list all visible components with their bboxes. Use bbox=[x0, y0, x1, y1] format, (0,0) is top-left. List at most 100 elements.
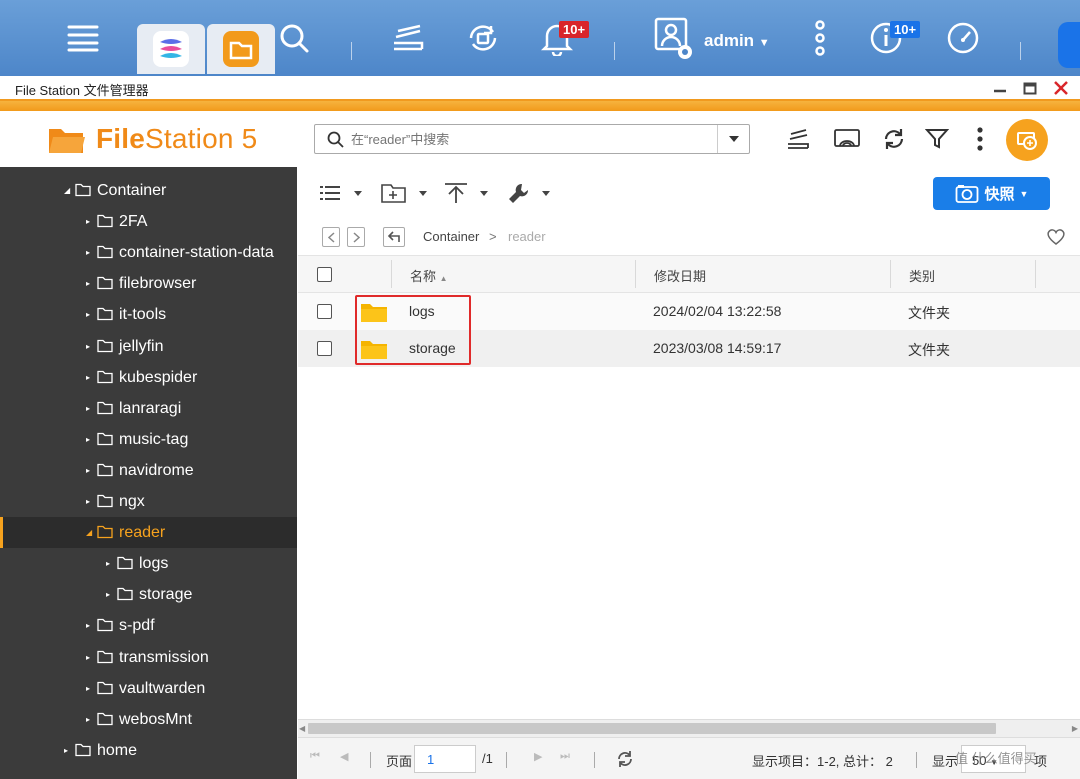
expand-right-arrow-icon[interactable]: ▸ bbox=[86, 465, 94, 477]
logo-bold: File bbox=[96, 123, 146, 154]
back-button[interactable] bbox=[322, 227, 340, 247]
scroll-left-arrow-icon[interactable]: ◀ bbox=[299, 724, 305, 733]
folder-tree-sidebar: ◢ Container ▸ 2FA ▸ container-station-data ▸ fi… bbox=[0, 167, 297, 779]
sidebar-tree-item[interactable]: ◢ Container bbox=[0, 175, 297, 206]
sidebar-tree-item[interactable]: ▸ webosMnt bbox=[0, 704, 297, 735]
expand-right-arrow-icon[interactable]: ▸ bbox=[64, 745, 72, 757]
background-tasks-icon[interactable] bbox=[388, 18, 428, 58]
row-checkbox[interactable] bbox=[317, 304, 332, 319]
resource-badge: 10+ bbox=[890, 21, 921, 38]
search-options-dropdown[interactable] bbox=[717, 125, 749, 153]
refresh-icon[interactable] bbox=[878, 123, 910, 155]
app-tile-filestation[interactable] bbox=[207, 24, 275, 74]
main-menu-icon[interactable] bbox=[63, 18, 103, 58]
resource-monitor-icon[interactable] bbox=[943, 18, 983, 58]
sidebar-tree-item[interactable]: ▸ ngx bbox=[0, 486, 297, 517]
expand-right-arrow-icon[interactable]: ▸ bbox=[86, 496, 94, 508]
expand-right-arrow-icon[interactable]: ▸ bbox=[106, 589, 114, 601]
expand-right-arrow-icon[interactable]: ▸ bbox=[86, 403, 94, 415]
upload-icon bbox=[445, 183, 467, 203]
sidebar-tree-label: transmission bbox=[119, 648, 209, 666]
more-vertical-icon[interactable] bbox=[964, 123, 996, 155]
sidebar-tree-label: navidrome bbox=[119, 461, 194, 479]
forward-button[interactable] bbox=[347, 227, 365, 247]
sidebar-tree-item[interactable]: ▸ 2FA bbox=[0, 206, 297, 237]
sync-icon[interactable] bbox=[463, 18, 503, 58]
app-tile-qts[interactable] bbox=[137, 24, 205, 74]
breadcrumb-parent[interactable]: Container bbox=[423, 229, 479, 244]
sidebar-tree-item[interactable]: ▸ s-pdf bbox=[0, 610, 297, 641]
sidebar-tree-item[interactable]: ▸ kubespider bbox=[0, 362, 297, 393]
page-number-input[interactable]: 1 bbox=[414, 745, 476, 773]
expand-right-arrow-icon[interactable]: ▸ bbox=[86, 683, 94, 695]
prev-page-icon[interactable]: ◀ bbox=[340, 750, 348, 763]
expand-right-arrow-icon[interactable]: ▸ bbox=[86, 341, 94, 353]
column-header-type[interactable]: 类别 bbox=[909, 266, 935, 285]
scrollbar-thumb[interactable] bbox=[308, 723, 996, 734]
expand-right-arrow-icon[interactable]: ▸ bbox=[106, 558, 114, 570]
create-folder-button[interactable] bbox=[381, 179, 427, 207]
tools-button[interactable] bbox=[508, 179, 550, 207]
row-checkbox[interactable] bbox=[317, 341, 332, 356]
next-page-icon[interactable]: ▶ bbox=[534, 750, 542, 763]
maximize-icon[interactable] bbox=[1019, 78, 1041, 98]
select-all-checkbox[interactable] bbox=[317, 267, 332, 282]
snapshot-button[interactable]: 快照 ▼ bbox=[933, 177, 1050, 210]
sidebar-tree-item[interactable]: ▸ vaultwarden bbox=[0, 673, 297, 704]
more-options-icon[interactable] bbox=[800, 18, 840, 58]
sidebar-tree-item[interactable]: ▸ it-tools bbox=[0, 299, 297, 330]
user-avatar-icon[interactable] bbox=[653, 17, 693, 59]
sidebar-tree-item[interactable]: ▸ music-tag bbox=[0, 424, 297, 455]
expand-right-arrow-icon[interactable]: ▸ bbox=[86, 372, 94, 384]
cloud-app-icon[interactable] bbox=[1058, 22, 1080, 68]
sidebar-tree-item[interactable]: ▸ lanraragi bbox=[0, 393, 297, 424]
sidebar-tree-item[interactable]: ▸ filebrowser bbox=[0, 268, 297, 299]
sidebar-tree-item[interactable]: ▸ logs bbox=[0, 548, 297, 579]
close-icon[interactable] bbox=[1050, 78, 1072, 98]
expand-right-arrow-icon[interactable]: ▸ bbox=[86, 309, 94, 321]
sidebar-tree-item[interactable]: ▸ home bbox=[0, 735, 297, 766]
minimize-icon[interactable] bbox=[989, 78, 1011, 98]
search-box[interactable] bbox=[314, 124, 750, 154]
path-bar: Container > reader bbox=[298, 219, 1080, 255]
expand-down-arrow-icon[interactable]: ◢ bbox=[86, 527, 94, 539]
qsync-badge-icon[interactable] bbox=[1006, 119, 1048, 161]
sidebar-tree-item[interactable]: ◢ reader bbox=[0, 517, 297, 549]
expand-down-arrow-icon[interactable]: ◢ bbox=[64, 185, 72, 197]
column-name-label: 名称 bbox=[410, 269, 437, 284]
horizontal-scrollbar[interactable]: ◀ ▶ bbox=[298, 719, 1080, 737]
expand-right-arrow-icon[interactable]: ▸ bbox=[86, 216, 94, 228]
folder-outline-icon bbox=[97, 214, 113, 228]
user-menu-label[interactable]: admin ▼ bbox=[704, 31, 770, 51]
sidebar-tree-item[interactable]: ▸ navidrome bbox=[0, 455, 297, 486]
remote-mount-icon[interactable] bbox=[831, 123, 863, 155]
sidebar-tree-item[interactable]: ▸ container-station-data bbox=[0, 237, 297, 268]
column-header-modified[interactable]: 修改日期 bbox=[654, 266, 706, 285]
view-mode-button[interactable] bbox=[320, 179, 362, 207]
upload-button[interactable] bbox=[444, 179, 488, 207]
column-divider bbox=[1035, 260, 1036, 288]
sidebar-tree-item[interactable]: ▸ transmission bbox=[0, 642, 297, 673]
parent-folder-button[interactable] bbox=[383, 227, 405, 247]
last-page-icon[interactable]: ⏭ bbox=[560, 750, 570, 763]
caret-down-icon: ▼ bbox=[1019, 188, 1029, 199]
sidebar-tree-item[interactable]: ▸ storage bbox=[0, 579, 297, 610]
expand-right-arrow-icon[interactable]: ▸ bbox=[86, 434, 94, 446]
background-tasks-icon[interactable] bbox=[782, 123, 814, 155]
expand-right-arrow-icon[interactable]: ▸ bbox=[86, 652, 94, 664]
search-icon bbox=[327, 131, 344, 151]
expand-right-arrow-icon[interactable]: ▸ bbox=[86, 714, 94, 726]
favorite-heart-icon[interactable] bbox=[1046, 228, 1066, 249]
search-icon[interactable] bbox=[274, 18, 314, 58]
expand-right-arrow-icon[interactable]: ▸ bbox=[86, 278, 94, 290]
pager-refresh-icon[interactable] bbox=[616, 750, 634, 771]
filter-icon[interactable] bbox=[921, 123, 953, 155]
column-header-name[interactable]: 名称 ▲ bbox=[410, 266, 448, 285]
search-input[interactable] bbox=[351, 130, 711, 148]
first-page-icon[interactable]: ⏮ bbox=[310, 750, 320, 763]
sidebar-tree-item[interactable]: ▸ jellyfin bbox=[0, 331, 297, 362]
taskbar-divider bbox=[351, 42, 352, 60]
scroll-right-arrow-icon[interactable]: ▶ bbox=[1072, 724, 1078, 733]
expand-right-arrow-icon[interactable]: ▸ bbox=[86, 247, 94, 259]
expand-right-arrow-icon[interactable]: ▸ bbox=[86, 620, 94, 632]
